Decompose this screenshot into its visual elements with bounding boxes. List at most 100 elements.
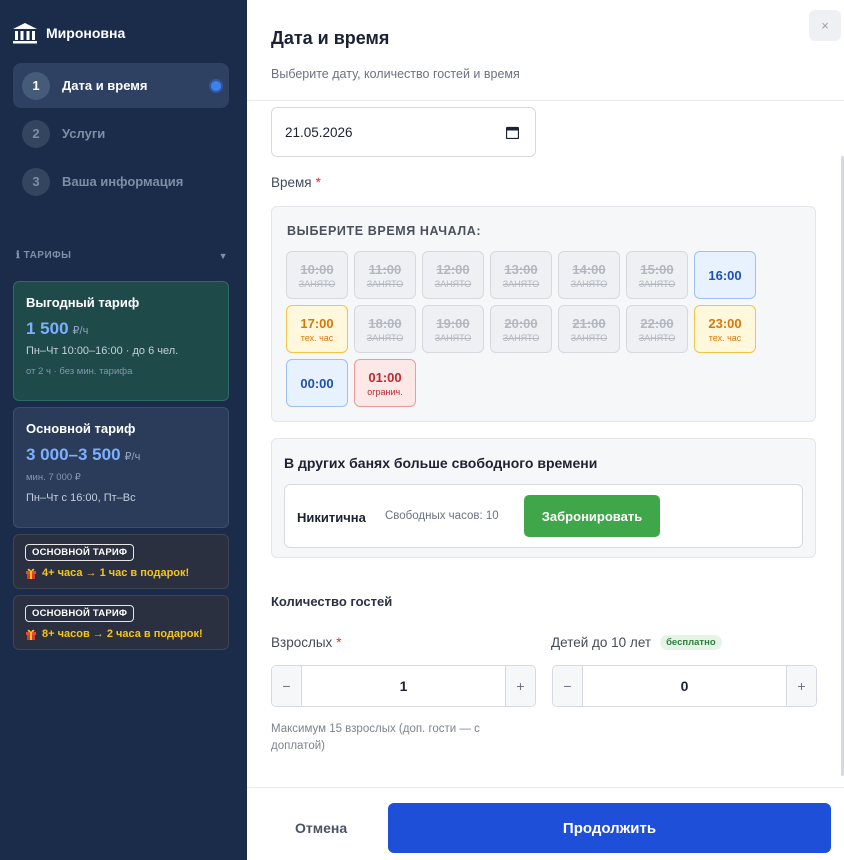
slot-status: ЗАНЯТО — [434, 278, 472, 289]
adults-stepper: − 1 + — [271, 665, 536, 707]
promo-badge: ОСНОВНОЙ ТАРИФ — [25, 605, 135, 622]
required-mark: * — [315, 175, 321, 190]
slot-status: ЗАНЯТО — [434, 332, 472, 343]
slot-time: 00:00 — [300, 375, 334, 391]
calendar-icon[interactable] — [506, 126, 519, 139]
time-label: Время * — [271, 175, 321, 190]
time-slot-busy: 15:00 ЗАНЯТО — [626, 251, 688, 299]
kids-increment-button[interactable]: + — [786, 666, 816, 706]
time-slot-busy: 18:00 ЗАНЯТО — [354, 305, 416, 353]
adults-increment-button[interactable]: + — [505, 666, 535, 706]
tariff-note: мин. 7 000 ₽ — [26, 472, 81, 483]
time-slot-available[interactable]: 16:00 — [694, 251, 756, 299]
tariff-price-value: 3 000–3 500 — [26, 445, 121, 464]
step-label: Услуги — [62, 126, 106, 141]
other-bath-free-hours: Свободных часов: 10 — [385, 510, 499, 522]
other-bath-item: Никитична Свободных часов: 10 Заброниров… — [284, 484, 803, 548]
promo-badge: ОСНОВНОЙ ТАРИФ — [25, 544, 135, 561]
step-number: 2 — [22, 119, 50, 148]
slot-status: ЗАНЯТО — [570, 332, 608, 343]
tariff-price-unit: ₽/ч — [72, 325, 89, 337]
step-number: 3 — [22, 167, 50, 196]
slot-time: 14:00 — [572, 261, 606, 277]
slot-time: 16:00 — [708, 267, 742, 283]
header-divider — [247, 100, 844, 101]
kids-stepper: − 0 + — [552, 665, 817, 707]
slot-time: 10:00 — [300, 261, 334, 277]
tariffs-label: ТАРИФЫ — [23, 250, 72, 261]
tariffs-toggle[interactable]: ℹ ТАРИФЫ ▼ — [16, 250, 228, 261]
slot-time: 11:00 — [368, 261, 402, 277]
chevron-down-icon: ▼ — [218, 250, 228, 261]
time-slot-busy: 22:00 ЗАНЯТО — [626, 305, 688, 353]
time-slot-available[interactable]: 00:00 — [286, 359, 348, 407]
time-slot-tech-hour[interactable]: 17:00 тех. час — [286, 305, 348, 353]
time-slot-limited[interactable]: 01:00 огранич. — [354, 359, 416, 407]
slot-status: ЗАНЯТО — [298, 278, 336, 289]
step-services[interactable]: 2 Услуги — [13, 111, 229, 156]
time-slot-picker: ВЫБЕРИТЕ ВРЕМЯ НАЧАЛА: 10:00 ЗАНЯТО 11:00… — [271, 206, 816, 422]
slot-status: ЗАНЯТО — [366, 332, 404, 343]
time-picker-title: ВЫБЕРИТЕ ВРЕМЯ НАЧАЛА: — [287, 224, 482, 238]
guests-section-title: Количество гостей — [271, 594, 393, 609]
free-badge: бесплатно — [660, 635, 722, 650]
slot-time: 15:00 — [640, 261, 674, 277]
step-label: Дата и время — [62, 78, 148, 93]
date-input[interactable]: 21.05.2026 — [271, 107, 536, 157]
footer: Отмена Продолжить — [247, 787, 844, 860]
slot-time: 13:00 — [504, 261, 538, 277]
kids-value[interactable]: 0 — [583, 666, 786, 706]
time-slot-busy: 12:00 ЗАНЯТО — [422, 251, 484, 299]
page-subtitle: Выберите дату, количество гостей и время — [271, 67, 520, 81]
active-step-dot — [211, 81, 221, 91]
time-label-text: Время — [271, 175, 312, 190]
slot-status: ЗАНЯТО — [638, 332, 676, 343]
adults-label: Взрослых * — [271, 635, 342, 650]
slot-time: 12:00 — [436, 261, 470, 277]
time-slot-busy: 14:00 ЗАНЯТО — [558, 251, 620, 299]
continue-button[interactable]: Продолжить — [388, 803, 831, 853]
slot-time: 21:00 — [572, 315, 606, 331]
time-slot-busy: 10:00 ЗАНЯТО — [286, 251, 348, 299]
tariff-card-main: Основной тариф 3 000–3 500 ₽/ч мин. 7 000… — [13, 407, 229, 528]
bathhouse-icon — [13, 23, 37, 44]
time-slot-tech-hour[interactable]: 23:00 тех. час — [694, 305, 756, 353]
time-slot-busy: 13:00 ЗАНЯТО — [490, 251, 552, 299]
tariff-price-unit: ₽/ч — [124, 451, 141, 463]
cancel-button[interactable]: Отмена — [295, 820, 347, 836]
kids-label-text: Детей до 10 лет — [551, 635, 652, 650]
book-button[interactable]: Забронировать — [524, 495, 660, 537]
slot-status: ЗАНЯТО — [570, 278, 608, 289]
slot-status: тех. час — [300, 332, 334, 343]
slot-status: тех. час — [708, 332, 742, 343]
tariff-title: Выгодный тариф — [26, 295, 140, 310]
promo-card: ОСНОВНОЙ ТАРИФ 8+ часов → 2 часа в подар… — [13, 595, 229, 650]
tariffs-title: ℹ ТАРИФЫ — [16, 250, 71, 261]
tariff-title: Основной тариф — [26, 421, 136, 436]
slot-status: ЗАНЯТО — [502, 278, 540, 289]
adults-label-text: Взрослых — [271, 635, 333, 650]
close-button[interactable]: × — [809, 10, 841, 41]
page-title: Дата и время — [271, 28, 390, 48]
promo-card: ОСНОВНОЙ ТАРИФ 4+ часа → 1 час в подарок… — [13, 534, 229, 589]
slot-time: 22:00 — [640, 315, 674, 331]
tariff-schedule: Пн–Чт с 16:00, Пт–Вс — [26, 492, 136, 504]
slot-status: ЗАНЯТО — [502, 332, 540, 343]
tariff-price: 1 500 ₽/ч — [26, 319, 216, 339]
slot-time: 23:00 — [708, 315, 742, 331]
adults-value[interactable]: 1 — [302, 666, 505, 706]
time-slot-busy: 20:00 ЗАНЯТО — [490, 305, 552, 353]
tariff-note: от 2 ч · без мин. тарифа — [26, 366, 133, 377]
sidebar: Мироновна 1 Дата и время 2 Услуги 3 Ваша… — [0, 0, 247, 860]
step-date-time[interactable]: 1 Дата и время — [13, 63, 229, 108]
promo-text: 8+ часов → 2 часа в подарок! — [25, 628, 217, 640]
adults-decrement-button[interactable]: − — [272, 666, 302, 706]
slot-time: 17:00 — [300, 315, 334, 331]
step-your-info[interactable]: 3 Ваша информация — [13, 159, 229, 204]
slot-status: огранич. — [367, 386, 403, 397]
other-baths-title: В других банях больше свободного времени — [284, 455, 598, 471]
time-slot-busy: 21:00 ЗАНЯТО — [558, 305, 620, 353]
slot-time: 20:00 — [504, 315, 538, 331]
tariff-price: 3 000–3 500 ₽/ч — [26, 445, 216, 465]
kids-decrement-button[interactable]: − — [553, 666, 583, 706]
